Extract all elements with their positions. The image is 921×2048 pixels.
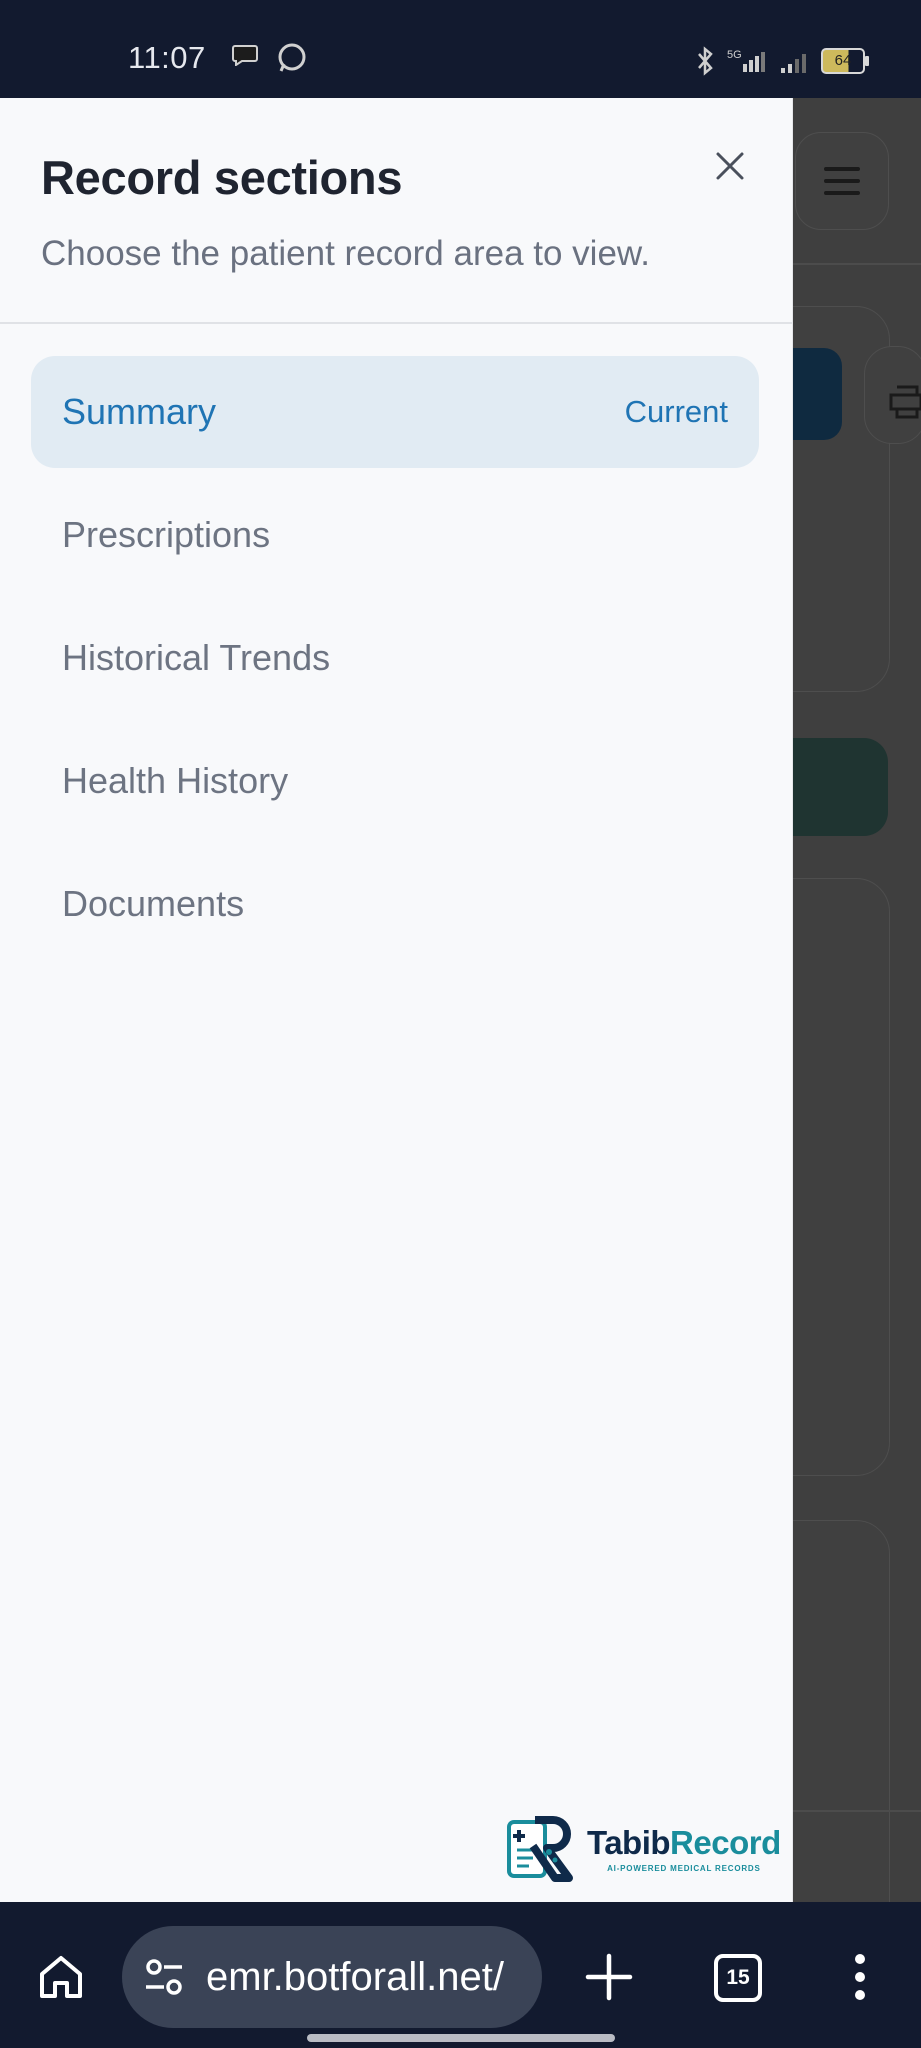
nav-item-prescriptions[interactable]: Prescriptions: [31, 479, 759, 591]
brand-name-part1: Tabib: [587, 1823, 671, 1861]
gesture-bar[interactable]: [307, 2034, 615, 2042]
drawer-subtitle: Choose the patient record area to view.: [41, 234, 650, 273]
tabs-button[interactable]: 15: [714, 1954, 762, 2002]
message-icon: [232, 45, 258, 66]
brand-logo: TabibRecord AI-POWERED MEDICAL RECORDS: [505, 1814, 781, 1884]
current-badge: Current: [624, 394, 728, 429]
brand-name-part2: Record: [670, 1823, 781, 1861]
hamburger-menu-button: [795, 132, 889, 230]
nav-item-health-history[interactable]: Health History: [31, 725, 759, 837]
bluetooth-icon: [698, 46, 713, 76]
record-sections-drawer: Record sections Choose the patient recor…: [0, 98, 793, 1902]
close-button[interactable]: [700, 136, 760, 196]
close-icon: [716, 152, 744, 180]
home-icon[interactable]: [36, 1952, 86, 2002]
signal-icon: [781, 54, 806, 73]
drawer-title: Record sections: [41, 151, 403, 204]
whatsapp-icon: [278, 43, 306, 72]
browser-bottom-bar: emr.botforall.net/ 15: [0, 1902, 921, 2048]
nav-item-documents[interactable]: Documents: [31, 848, 759, 960]
plus-icon[interactable]: [582, 1950, 636, 2004]
brand-tagline: AI-POWERED MEDICAL RECORDS: [607, 1863, 761, 1873]
hamburger-icon: [824, 167, 860, 195]
5g-signal-icon: 5G: [727, 49, 765, 72]
url-text[interactable]: emr.botforall.net/: [206, 1955, 526, 2000]
status-bar: 11:07 5G 64: [0, 0, 921, 98]
nav-item-label: Health History: [62, 760, 289, 801]
battery-icon: 64: [821, 48, 869, 74]
nav-item-historical-trends[interactable]: Historical Trends: [31, 602, 759, 714]
nav-item-summary[interactable]: Summary Current: [31, 356, 759, 468]
address-bar[interactable]: emr.botforall.net/: [122, 1926, 542, 2028]
brand-name: TabibRecord: [587, 1823, 781, 1861]
print-button: [864, 346, 921, 444]
svg-text:5G: 5G: [727, 49, 742, 61]
record-sections-nav: Summary Current Prescriptions Historical…: [31, 356, 759, 971]
nav-item-label: Summary: [62, 391, 217, 432]
print-icon: [889, 385, 921, 419]
status-time: 11:07: [128, 40, 206, 75]
status-right-icons: 5G 64: [695, 44, 869, 78]
more-icon[interactable]: [850, 1952, 870, 2002]
site-settings-icon[interactable]: [142, 1955, 186, 1999]
nav-item-label: Historical Trends: [62, 637, 331, 678]
tabib-record-logo-icon: [507, 1816, 573, 1882]
drawer-divider: [0, 322, 792, 324]
nav-item-label: Documents: [62, 883, 245, 924]
brand-text: TabibRecord AI-POWERED MEDICAL RECORDS: [587, 1823, 781, 1873]
nav-item-label: Prescriptions: [62, 514, 271, 555]
